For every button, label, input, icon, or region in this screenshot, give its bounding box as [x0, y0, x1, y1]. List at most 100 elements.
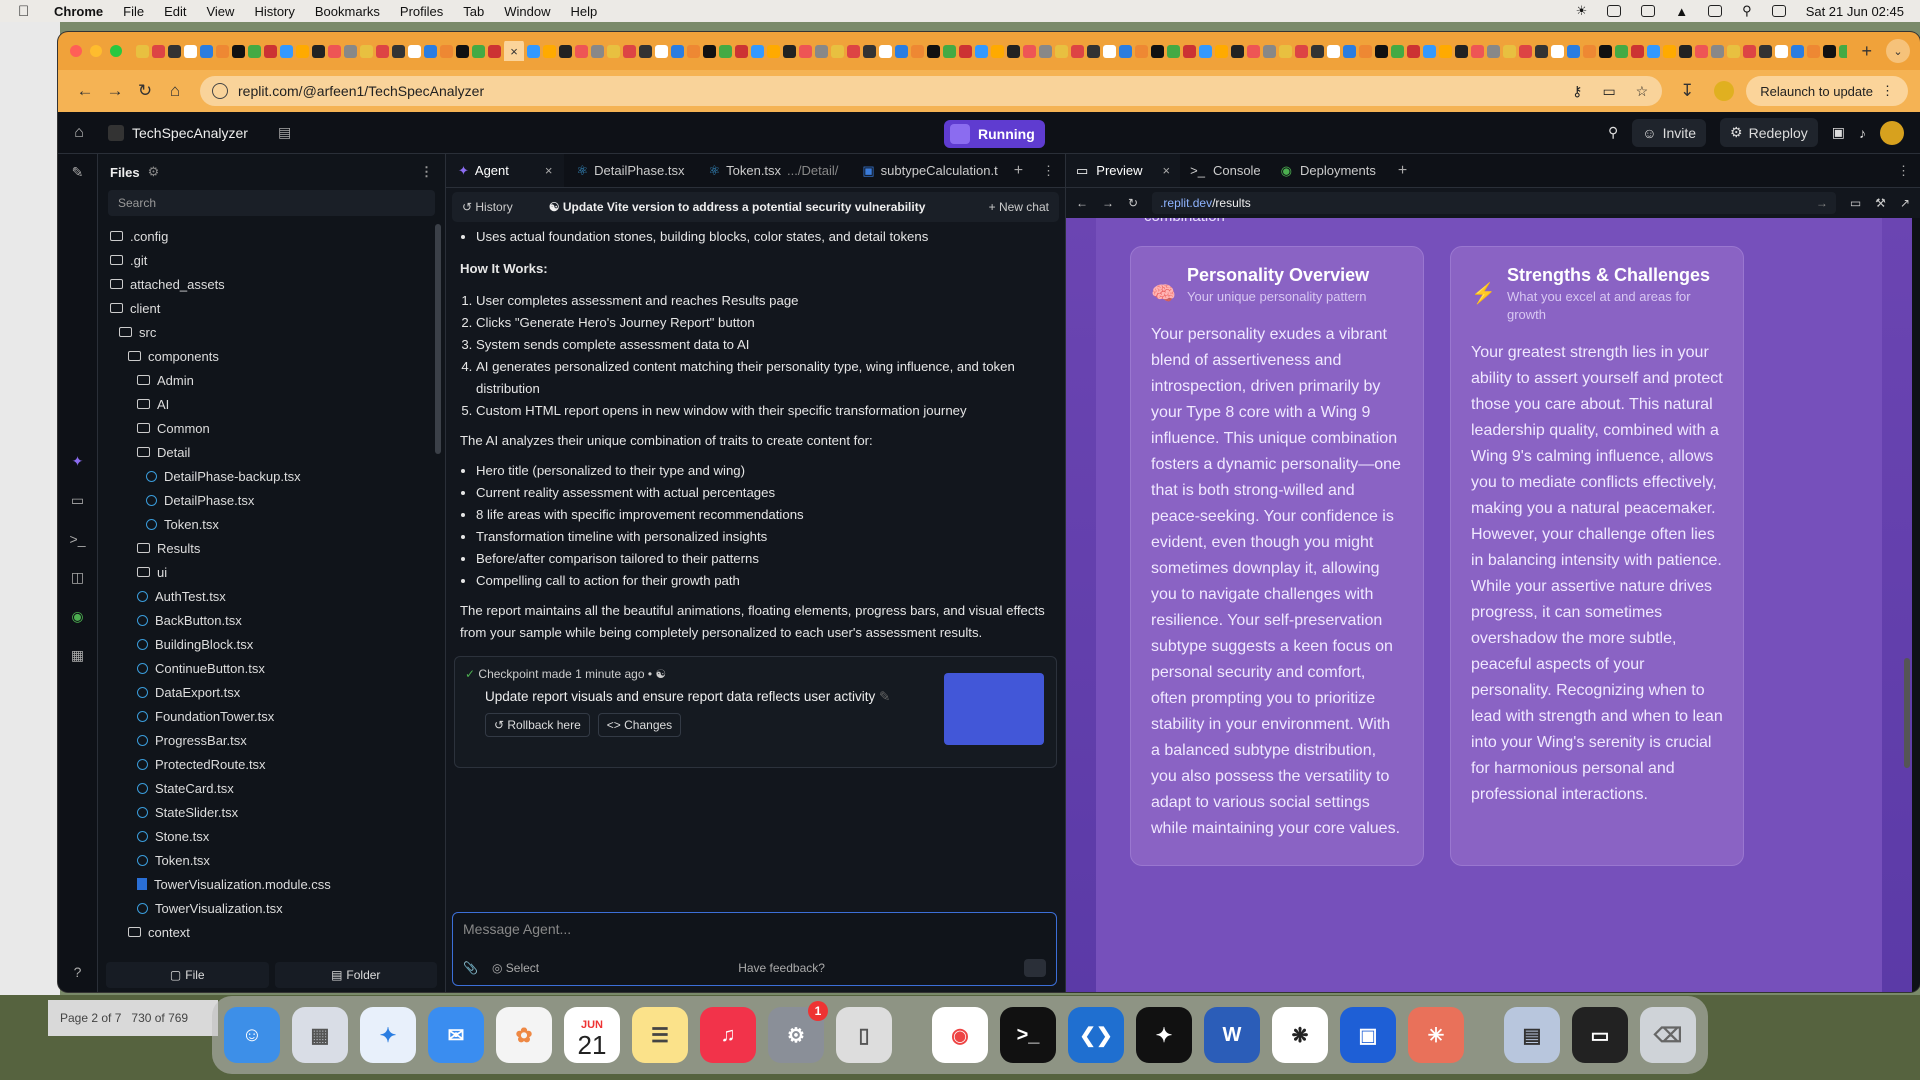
invite-button[interactable]: ☺ Invite: [1632, 118, 1707, 147]
tab-favicon[interactable]: [943, 44, 956, 58]
project-menu-icon[interactable]: ▤: [278, 124, 291, 141]
new-tab-button[interactable]: +: [1861, 41, 1872, 62]
tree-file[interactable]: FoundationTower.tsx: [98, 704, 445, 728]
control-center-icon[interactable]: [1771, 5, 1786, 17]
tab-favicon[interactable]: [847, 44, 860, 58]
search-icon[interactable]: ⚲: [1608, 124, 1618, 141]
tab-favicon[interactable]: [879, 44, 892, 58]
tree-file[interactable]: BackButton.tsx: [98, 608, 445, 632]
clock[interactable]: Sat 21 Jun 02:45: [1806, 4, 1904, 19]
system-settings-icon[interactable]: ⚙ 1: [768, 1001, 828, 1063]
attach-icon[interactable]: 📎: [463, 961, 478, 975]
tree-folder[interactable]: ui: [98, 560, 445, 584]
safari-icon[interactable]: ✦: [360, 1007, 416, 1063]
preview-scrollbar[interactable]: [1904, 658, 1910, 768]
checkpoint-screenshot[interactable]: [944, 673, 1044, 745]
tab-favicon[interactable]: [1183, 44, 1196, 58]
all-tools-icon[interactable]: ▦: [71, 647, 84, 664]
tab-favicon[interactable]: [1215, 44, 1228, 58]
profile-avatar[interactable]: [1714, 81, 1735, 101]
tab-search-button[interactable]: ⌄: [1886, 39, 1910, 63]
tree-file[interactable]: AuthTest.tsx: [98, 584, 445, 608]
back-icon[interactable]: ←: [70, 81, 100, 101]
tab-favicon[interactable]: [200, 44, 213, 58]
tab-favicon[interactable]: [575, 44, 588, 58]
back-icon[interactable]: ←: [1076, 196, 1088, 210]
menu-app[interactable]: Chrome: [54, 4, 103, 19]
tab-favicon[interactable]: [344, 44, 357, 58]
tab-favicon[interactable]: [1279, 44, 1292, 58]
site-info-icon[interactable]: [212, 83, 228, 99]
tree-folder[interactable]: context: [98, 920, 445, 944]
tab-agent[interactable]: ✦ Agent ×: [446, 154, 565, 187]
vpn-icon[interactable]: [1607, 5, 1622, 17]
tab-favicon[interactable]: [927, 44, 940, 58]
home-icon[interactable]: ⌂: [160, 81, 190, 101]
tree-folder[interactable]: src: [98, 320, 445, 344]
tab-favicon[interactable]: [1727, 44, 1740, 58]
tab-favicon[interactable]: [1471, 44, 1484, 58]
tab-favicon[interactable]: [1103, 44, 1116, 58]
preview-url-input[interactable]: .replit.dev/results →: [1152, 192, 1836, 214]
tab-deployments[interactable]: ◉ Deployments: [1271, 154, 1386, 187]
files-menu-icon[interactable]: ⋮: [420, 164, 433, 180]
tabs-menu-icon[interactable]: ⋮: [1042, 163, 1055, 179]
tab-favicon[interactable]: [863, 44, 876, 58]
menu-bookmarks[interactable]: Bookmarks: [315, 4, 380, 19]
perplexity-icon[interactable]: ✦: [1136, 1007, 1192, 1063]
tab-favicon[interactable]: [1807, 44, 1820, 58]
tab-favicon[interactable]: [152, 44, 165, 58]
terminal-icon[interactable]: >_: [1000, 1007, 1056, 1063]
close-tab-icon[interactable]: ×: [1163, 163, 1171, 178]
tab-favicon[interactable]: [376, 44, 389, 58]
tab-favicon[interactable]: [831, 44, 844, 58]
tab-favicon[interactable]: [975, 44, 988, 58]
tree-file[interactable]: StateCard.tsx: [98, 776, 445, 800]
tab-favicon[interactable]: [1455, 44, 1468, 58]
tree-folder[interactable]: AI: [98, 392, 445, 416]
music-icon[interactable]: ♫: [700, 1007, 756, 1063]
project-title[interactable]: TechSpecAnalyzer ▤: [108, 124, 291, 141]
tab-favicon[interactable]: [232, 44, 245, 58]
tree-folder[interactable]: .config: [98, 224, 445, 248]
menu-edit[interactable]: Edit: [164, 4, 186, 19]
tab-favicon[interactable]: [623, 44, 636, 58]
tab-favicon[interactable]: [280, 44, 293, 58]
tab-favicon[interactable]: [1711, 44, 1724, 58]
tab-favicon[interactable]: [1295, 44, 1308, 58]
tree-file[interactable]: TowerVisualization.module.css: [98, 872, 445, 896]
edit-icon[interactable]: ✎: [879, 689, 890, 704]
password-key-icon[interactable]: ⚷: [1572, 83, 1582, 100]
tab-favicon[interactable]: [1791, 44, 1804, 58]
files-settings-icon[interactable]: ⚙: [148, 164, 160, 180]
tree-folder[interactable]: attached_assets: [98, 272, 445, 296]
tree-file[interactable]: Token.tsx: [98, 848, 445, 872]
tab-favicon[interactable]: [1359, 44, 1372, 58]
tab-favicon[interactable]: [264, 44, 277, 58]
tab-favicon[interactable]: [1599, 44, 1612, 58]
new-chat-button[interactable]: + New chat: [989, 200, 1049, 214]
tab-favicon[interactable]: [1583, 44, 1596, 58]
close-window-button[interactable]: [70, 45, 82, 57]
feedback-link[interactable]: Have feedback?: [738, 961, 825, 975]
tab-favicon[interactable]: [895, 44, 908, 58]
devtools-icon[interactable]: ⚒: [1875, 196, 1886, 210]
window-preview-icon[interactable]: ▭: [1572, 1007, 1628, 1063]
tab-detailphase[interactable]: ⚛ DetailPhase.tsx: [564, 154, 696, 187]
tab-favicon[interactable]: [911, 44, 924, 58]
word-icon[interactable]: W: [1204, 1007, 1260, 1063]
tab-favicon[interactable]: [1343, 44, 1356, 58]
tree-file[interactable]: ProgressBar.tsx: [98, 728, 445, 752]
tab-favicon[interactable]: [799, 44, 812, 58]
tab-favicon[interactable]: [991, 44, 1004, 58]
tab-favicon[interactable]: [1071, 44, 1084, 58]
apple-icon[interactable]: : [18, 3, 34, 20]
tab-favicon[interactable]: [1759, 44, 1772, 58]
tab-favicon[interactable]: [248, 44, 261, 58]
tab-favicon[interactable]: [767, 44, 780, 58]
replit-home-icon[interactable]: ⌂: [58, 124, 100, 142]
reload-icon[interactable]: ↻: [1128, 196, 1138, 210]
tab-favicon[interactable]: [719, 44, 732, 58]
display-icon[interactable]: [1641, 5, 1656, 17]
tab-favicon[interactable]: [1327, 44, 1340, 58]
